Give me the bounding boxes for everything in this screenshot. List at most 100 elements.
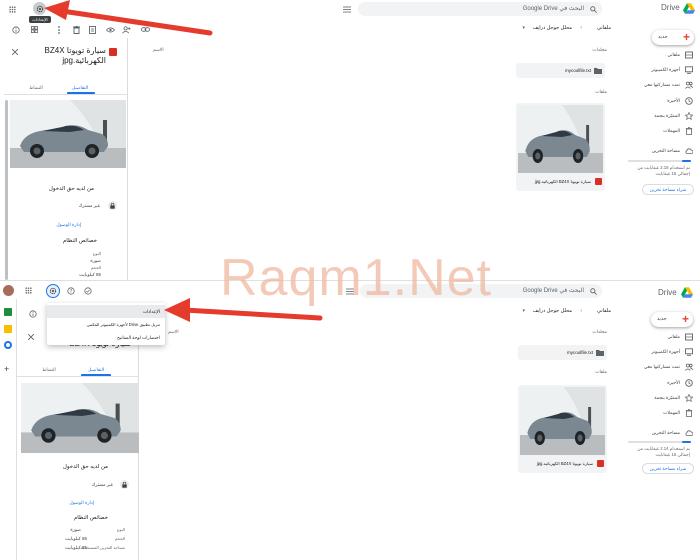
search-box[interactable]: البحث في Google Drive	[360, 284, 602, 298]
search-filter-icon[interactable]	[343, 5, 351, 13]
drive-logo-icon	[681, 287, 693, 298]
apps-grid-icon[interactable]	[8, 5, 17, 14]
folder-icon	[596, 350, 604, 356]
name-column-header[interactable]: الاسم	[153, 47, 164, 53]
settings-gear-icon[interactable]	[46, 284, 60, 298]
search-filter-icon[interactable]	[346, 287, 354, 295]
nav-item-storage[interactable]: مساحة التخزين	[625, 428, 695, 438]
breadcrumb-folder[interactable]: محلل جوجل درايف	[533, 308, 572, 314]
breadcrumb-dropdown-icon[interactable]: ▾	[522, 25, 525, 31]
breadcrumb-root[interactable]: ملفاتي	[597, 25, 611, 31]
name-column-header[interactable]: الاسم	[168, 329, 179, 335]
trash-icon	[685, 409, 693, 417]
star-icon	[685, 112, 693, 120]
nav-item-computers[interactable]: أجهزة الكمبيوتر	[625, 65, 695, 75]
storage-progress-bar	[628, 441, 691, 443]
buy-storage-button[interactable]: شراء مساحة تخزين	[642, 184, 694, 195]
file-thumbnail	[518, 105, 603, 173]
tab-details[interactable]: التفاصيل	[82, 367, 110, 373]
breadcrumb-root[interactable]: ملفاتي	[597, 308, 611, 314]
search-icon[interactable]	[589, 5, 597, 13]
manage-access-link[interactable]: إدارة الوصول	[56, 222, 81, 228]
keep-app-icon[interactable]	[4, 325, 12, 333]
settings-gear-icon[interactable]	[33, 2, 46, 15]
buy-storage-button[interactable]: شراء مساحة تخزين	[642, 463, 694, 474]
sheets-app-icon[interactable]	[4, 308, 12, 316]
close-icon[interactable]	[11, 48, 19, 56]
search-icon[interactable]	[589, 287, 597, 295]
link-icon[interactable]	[141, 25, 150, 34]
apps-grid-icon[interactable]	[24, 286, 33, 295]
new-button-label: جديد	[657, 316, 667, 322]
more-options-icon[interactable]	[56, 25, 62, 34]
details-scrollbar[interactable]	[5, 100, 8, 280]
menu-item-label: اختصارات لوحة المفاتيح	[116, 335, 160, 340]
menu-item-keyboard-shortcuts[interactable]: اختصارات لوحة المفاتيح	[47, 331, 165, 344]
new-button[interactable]: جديد +	[652, 30, 694, 45]
manage-access-link[interactable]: إدارة الوصول	[69, 500, 94, 506]
nav-item-shared-with-me[interactable]: تمت مشاركتها معي	[625, 80, 695, 90]
nav-item-my-drive[interactable]: ملفاتي	[625, 332, 695, 342]
preview-eye-icon[interactable]	[106, 25, 115, 34]
nav-item-shared-with-me[interactable]: تمت مشاركتها معي	[625, 362, 695, 372]
storage-used-label: مساحة التخزين المستخدمة	[80, 545, 125, 550]
menu-item-download-drive[interactable]: تنزيل تطبيق Drive لأجهزة الكمبيوتر المكت…	[47, 318, 165, 331]
my-drive-icon	[685, 333, 693, 341]
new-button[interactable]: جديد +	[651, 312, 693, 327]
files-section-label: ملفات	[595, 89, 607, 94]
search-box[interactable]: البحث في Google Drive	[358, 2, 602, 16]
nav-item-label: المميّزة بنجمة	[654, 113, 680, 118]
close-icon[interactable]	[27, 333, 35, 341]
storage-progress-fill	[681, 160, 691, 162]
nav-item-trash[interactable]: المهملات	[625, 408, 695, 418]
breadcrumb-folder[interactable]: محلل جوجل درايف	[533, 25, 572, 31]
share-person-icon[interactable]	[122, 25, 131, 34]
avatar[interactable]	[3, 285, 14, 296]
help-icon[interactable]: ?	[52, 4, 61, 13]
file-thumbnail	[520, 387, 605, 455]
storage-progress-bar	[628, 160, 691, 162]
help-icon[interactable]: ?	[66, 286, 75, 295]
delete-icon[interactable]	[72, 25, 81, 34]
notes-icon[interactable]	[88, 25, 97, 34]
nav-item-storage[interactable]: مساحة التخزين	[625, 146, 695, 156]
storage-progress-fill	[681, 441, 691, 443]
image-file-icon	[595, 178, 602, 185]
computer-icon	[685, 348, 693, 356]
offline-status-icon[interactable]	[83, 286, 92, 295]
menu-item-settings[interactable]: الإعدادات	[47, 305, 165, 318]
info-icon[interactable]	[11, 25, 20, 34]
file-card[interactable]: سيارة تويوتا BZ4X الكهربائية.jpg	[518, 385, 607, 473]
folders-section-label: مجلدات	[592, 329, 607, 334]
folder-card[interactable]: mycoolfile.txt	[516, 63, 605, 78]
add-app-icon[interactable]: +	[4, 365, 12, 374]
size-label: الحجم	[114, 536, 125, 541]
size-value: 85 كيلوبايت	[79, 272, 101, 277]
nav-item-label: تمت مشاركتها معي	[643, 82, 680, 87]
tab-details[interactable]: التفاصيل	[66, 85, 94, 91]
tab-activity[interactable]: النشاط	[35, 367, 63, 373]
nav-item-computers[interactable]: أجهزة الكمبيوتر	[625, 347, 695, 357]
nav-item-starred[interactable]: المميّزة بنجمة	[625, 393, 695, 403]
nav-item-recent[interactable]: الأخيرة	[625, 96, 695, 106]
lock-icon	[108, 201, 117, 210]
nav-item-recent[interactable]: الأخيرة	[625, 378, 695, 388]
nav-item-label: المهملات	[663, 128, 680, 133]
plus-icon: +	[682, 30, 690, 44]
drive-title: Drive	[658, 288, 677, 297]
folder-card[interactable]: mycoolfile.txt	[518, 345, 607, 360]
people-icon	[685, 81, 693, 89]
nav-item-starred[interactable]: المميّزة بنجمة	[625, 111, 695, 121]
settings-tooltip: الإعدادات	[29, 16, 51, 23]
file-card[interactable]: سيارة تويوتا BZ4X الكهربائية.jpg	[516, 103, 605, 191]
grid-view-icon[interactable]	[30, 25, 39, 34]
settings-menu: الإعدادات تنزيل تطبيق Drive لأجهزة الكمب…	[47, 303, 165, 345]
info-icon[interactable]	[28, 309, 37, 318]
breadcrumb-dropdown-icon[interactable]: ▾	[522, 308, 525, 314]
tab-activity[interactable]: النشاط	[22, 85, 50, 91]
not-shared-text: غير مشترك	[78, 203, 100, 208]
nav-item-trash[interactable]: المهملات	[625, 126, 695, 136]
tasks-app-icon[interactable]	[4, 341, 12, 349]
star-icon	[685, 394, 693, 402]
nav-item-my-drive[interactable]: ملفاتي	[625, 50, 695, 60]
